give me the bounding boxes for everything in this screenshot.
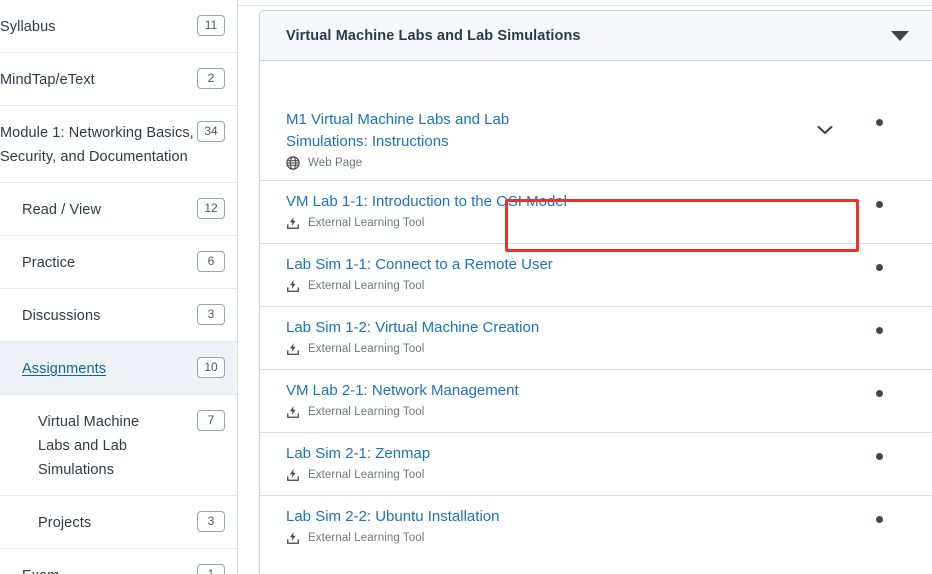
course-navigation-sidebar: Syllabus 11 MindTap/eText 2 Module 1: Networ… <box>0 0 238 574</box>
external-learning-tool-icon <box>286 342 300 356</box>
module-item-actions <box>839 317 919 334</box>
module-item-type: External Learning Tool <box>286 405 839 419</box>
module-item-title-link[interactable]: Lab Sim 2-2: Ubuntu Installation <box>286 506 499 528</box>
module-item-type: External Learning Tool <box>286 216 839 230</box>
module-item-type-label: External Learning Tool <box>308 469 425 481</box>
course-modules-page: Syllabus 11 MindTap/eText 2 Module 1: Networ… <box>0 0 932 574</box>
sidebar-item-count-badge: 34 <box>197 121 225 142</box>
sidebar-item-count-badge: 12 <box>197 198 225 219</box>
module-item-row[interactable]: Lab Sim 2-1: Zenmap External Learning Too… <box>260 433 932 496</box>
module-item-main: VM Lab 1-1: Introduction to the OSI Mode… <box>286 191 839 230</box>
sidebar-item-label: Syllabus <box>0 19 56 35</box>
sidebar-item-label: Module 1: Networking Basics, Security, a… <box>0 125 194 165</box>
module-item-actions <box>839 254 919 271</box>
module-item-row[interactable]: M1 Virtual Machine Labs and Lab Simulati… <box>260 99 932 181</box>
module-item-type-label: External Learning Tool <box>308 406 425 418</box>
sidebar-item-label: Practice <box>22 255 76 271</box>
module-item-row[interactable]: Lab Sim 1-2: Virtual Machine Creation Ext… <box>260 307 932 370</box>
sidebar-item-label: Exam <box>0 562 59 574</box>
sidebar-item-projects[interactable]: Projects 3 <box>0 496 237 549</box>
top-divider <box>238 5 932 6</box>
sidebar-item-count-badge: 7 <box>197 410 225 431</box>
sidebar-item-count-badge: 3 <box>197 511 225 532</box>
dot-menu-icon[interactable] <box>875 264 883 271</box>
module-item-type-label: External Learning Tool <box>308 217 425 229</box>
sidebar-item-label: Assignments <box>22 361 107 377</box>
sidebar-item-module-1-networking-basics-security-and-documentation[interactable]: Module 1: Networking Basics, Security, a… <box>0 106 237 183</box>
module-panel: Virtual Machine Labs and Lab Simulations… <box>259 10 932 574</box>
external-learning-tool-icon <box>286 405 300 419</box>
module-header[interactable]: Virtual Machine Labs and Lab Simulations <box>260 11 932 61</box>
module-item-type: External Learning Tool <box>286 279 839 293</box>
sidebar-item-mindtap-etext[interactable]: MindTap/eText 2 <box>0 53 237 106</box>
sidebar-item-count-badge: 11 <box>197 15 225 36</box>
external-learning-tool-icon <box>286 468 300 482</box>
caret-down-icon[interactable] <box>891 30 909 41</box>
module-item-type-label: External Learning Tool <box>308 532 425 544</box>
module-item-type-label: External Learning Tool <box>308 280 425 292</box>
sidebar-item-practice[interactable]: Practice 6 <box>0 236 237 289</box>
module-item-main: Lab Sim 2-1: Zenmap External Learning Too… <box>286 443 839 482</box>
dot-menu-icon[interactable] <box>875 327 883 334</box>
chevron-down-icon[interactable] <box>811 125 839 135</box>
module-item-title-link[interactable]: Lab Sim 1-1: Connect to a Remote User <box>286 254 553 276</box>
module-item-actions <box>839 109 919 126</box>
sidebar-item-read-view[interactable]: Read / View 12 <box>0 183 237 236</box>
module-item-type: External Learning Tool <box>286 531 839 545</box>
sidebar-item-count-badge: 10 <box>197 357 225 378</box>
sidebar-item-exam[interactable]: Exam 1 <box>0 549 237 574</box>
sidebar-item-count-badge: 2 <box>197 68 225 89</box>
sidebar-item-count-badge: 6 <box>197 251 225 272</box>
sidebar-item-count-badge: 3 <box>197 304 225 325</box>
module-item-main: Lab Sim 1-2: Virtual Machine Creation Ext… <box>286 317 839 356</box>
module-item-type-label: External Learning Tool <box>308 343 425 355</box>
module-item-actions <box>839 191 919 208</box>
globe-icon <box>286 156 300 170</box>
dot-menu-icon[interactable] <box>875 453 883 460</box>
sidebar-item-syllabus[interactable]: Syllabus 11 <box>0 0 237 53</box>
module-item-title-link[interactable]: VM Lab 1-1: Introduction to the OSI Mode… <box>286 191 567 213</box>
module-item-main: Lab Sim 1-1: Connect to a Remote User Ext… <box>286 254 839 293</box>
dot-menu-icon[interactable] <box>875 119 883 126</box>
sidebar-item-count-badge: 1 <box>197 564 225 574</box>
module-item-row[interactable]: Lab Sim 1-1: Connect to a Remote User Ext… <box>260 244 932 307</box>
module-item-type: External Learning Tool <box>286 342 839 356</box>
sidebar-item-label: Discussions <box>22 308 101 324</box>
module-item-actions <box>839 506 919 523</box>
sidebar-item-label: MindTap/eText <box>0 72 95 88</box>
module-item-row[interactable]: VM Lab 2-1: Network Management External L… <box>260 370 932 433</box>
dot-menu-icon[interactable] <box>875 516 883 523</box>
module-item-actions <box>839 443 919 460</box>
sidebar-item-discussions[interactable]: Discussions 3 <box>0 289 237 342</box>
module-item-main: Lab Sim 2-2: Ubuntu Installation External… <box>286 506 839 545</box>
dot-menu-icon[interactable] <box>875 390 883 397</box>
external-learning-tool-icon <box>286 279 300 293</box>
module-item-type-label: Web Page <box>308 157 363 169</box>
module-item-title-link[interactable]: Lab Sim 2-1: Zenmap <box>286 443 430 465</box>
external-learning-tool-icon <box>286 216 300 230</box>
module-item-actions <box>839 380 919 397</box>
sidebar-item-assignments[interactable]: Assignments 10 <box>0 342 237 395</box>
module-item-title-link[interactable]: Lab Sim 1-2: Virtual Machine Creation <box>286 317 539 339</box>
dot-menu-icon[interactable] <box>875 201 883 208</box>
sidebar-item-label: Projects <box>38 515 92 531</box>
module-item-list: M1 Virtual Machine Labs and Lab Simulati… <box>260 61 932 559</box>
module-item-title-link[interactable]: M1 Virtual Machine Labs and Lab Simulati… <box>286 109 586 153</box>
main-content: Virtual Machine Labs and Lab Simulations… <box>238 0 932 574</box>
sidebar-item-label: Virtual Machine Labs and Lab Simulations <box>38 414 140 478</box>
sidebar-item-virtual-machine-labs-and-lab-simulations[interactable]: Virtual Machine Labs and Lab Simulations… <box>0 395 237 496</box>
module-item-type: Web Page <box>286 156 811 170</box>
module-item-row[interactable]: Lab Sim 2-2: Ubuntu Installation External… <box>260 496 932 559</box>
module-item-type: External Learning Tool <box>286 468 839 482</box>
module-item-main: VM Lab 2-1: Network Management External L… <box>286 380 839 419</box>
module-item-title-link[interactable]: VM Lab 2-1: Network Management <box>286 380 519 402</box>
external-learning-tool-icon <box>286 531 300 545</box>
sidebar-item-label: Read / View <box>22 202 102 218</box>
module-title: Virtual Machine Labs and Lab Simulations <box>286 27 581 44</box>
module-item-main: M1 Virtual Machine Labs and Lab Simulati… <box>286 109 811 170</box>
module-item-row[interactable]: VM Lab 1-1: Introduction to the OSI Mode… <box>260 181 932 244</box>
